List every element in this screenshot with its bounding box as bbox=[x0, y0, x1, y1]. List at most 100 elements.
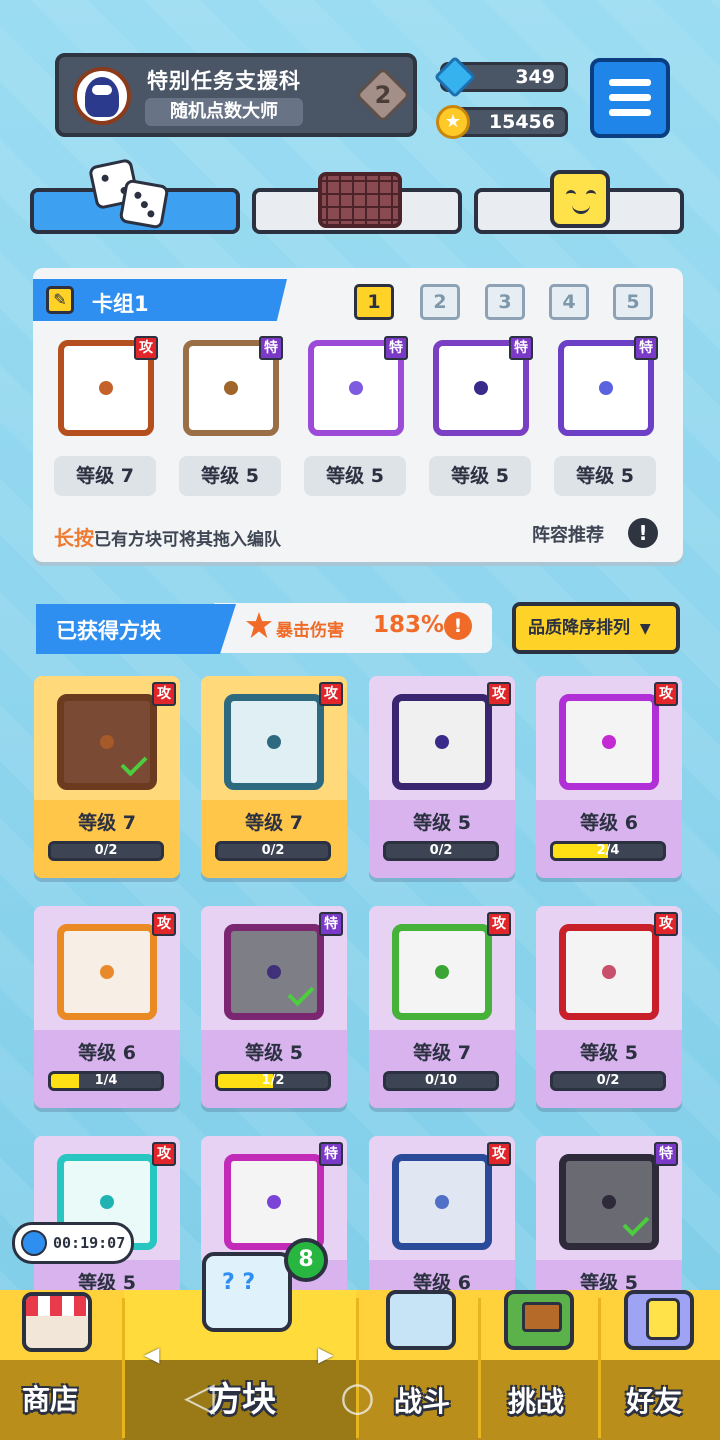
block-pip-icon bbox=[100, 965, 114, 979]
rank-number: 2 bbox=[374, 81, 392, 109]
left-arrow-icon[interactable]: ◀ bbox=[144, 1342, 159, 1366]
pencil-edit-icon[interactable]: ✎ bbox=[46, 286, 74, 314]
recommend-label[interactable]: 阵容推荐 bbox=[532, 521, 604, 547]
block-level: 等级 7 bbox=[245, 812, 303, 834]
deck-tab-5[interactable]: 5 bbox=[613, 284, 653, 320]
block-level: 等级 5 bbox=[245, 1042, 303, 1064]
owned-block-card[interactable]: 攻等级 6 1/4 bbox=[34, 906, 180, 1108]
deck-tab-2[interactable]: 2 bbox=[420, 284, 460, 320]
progress-text: 2/4 bbox=[596, 843, 620, 858]
upgrade-progress-bar: 1/2 bbox=[215, 1071, 331, 1091]
progress-text: 0/2 bbox=[261, 843, 285, 858]
upgrade-progress-bar: 0/2 bbox=[383, 841, 499, 861]
block-pip-icon bbox=[100, 1195, 114, 1209]
coin-icon: ★ bbox=[436, 105, 470, 139]
block-pip-icon bbox=[267, 735, 281, 749]
block-pip-icon bbox=[474, 381, 488, 395]
owned-title: 已获得方块 bbox=[56, 619, 161, 643]
block-type-tag: 特 bbox=[259, 336, 283, 360]
block-pip-icon bbox=[599, 381, 613, 395]
block-face bbox=[224, 1154, 324, 1250]
deck-tab-1[interactable]: 1 bbox=[354, 284, 394, 320]
block-type-tag: 攻 bbox=[134, 336, 158, 360]
block-pip-icon bbox=[602, 735, 616, 749]
owned-block-card[interactable]: 攻等级 6 2/4 bbox=[536, 676, 682, 878]
dice-icon bbox=[118, 178, 170, 230]
deck-tab-4[interactable]: 4 bbox=[549, 284, 589, 320]
block-pip-icon bbox=[267, 1195, 281, 1209]
right-arrow-icon[interactable]: ▶ bbox=[318, 1342, 333, 1366]
block-type-tag: 特 bbox=[654, 1142, 678, 1166]
nav-challenge[interactable]: 挑战 bbox=[508, 1380, 564, 1420]
block-type-tag: 攻 bbox=[152, 682, 176, 706]
block-type-tag: 特 bbox=[319, 1142, 343, 1166]
block-level: 等级 6 bbox=[78, 1042, 136, 1064]
system-back-icon[interactable]: ◁ bbox=[184, 1374, 215, 1420]
block-type-tag: 特 bbox=[384, 336, 408, 360]
deck-title: 卡组1 bbox=[92, 292, 149, 316]
dropdown-arrow-icon: ▼ bbox=[639, 621, 651, 637]
nav-shop[interactable]: 商店 bbox=[22, 1378, 78, 1418]
nav-divider bbox=[598, 1298, 601, 1438]
avatar[interactable] bbox=[73, 67, 131, 125]
block-face bbox=[559, 694, 659, 790]
profile-panel[interactable]: 特别任务支援科 随机点数大师 2 bbox=[55, 53, 417, 137]
crit-info-icon[interactable]: ! bbox=[444, 612, 472, 640]
battle-icon[interactable] bbox=[386, 1290, 456, 1350]
upgrade-progress-bar: 2/4 bbox=[550, 841, 666, 861]
block-type-tag: 攻 bbox=[487, 682, 511, 706]
shop-icon[interactable] bbox=[22, 1292, 92, 1352]
block-level: 等级 5 bbox=[413, 812, 471, 834]
deck-tab-3[interactable]: 3 bbox=[485, 284, 525, 320]
block-pip-icon bbox=[99, 381, 113, 395]
block-type-tag: 攻 bbox=[152, 1142, 176, 1166]
sort-button[interactable]: 品质降序排列 ▼ bbox=[512, 602, 680, 654]
nav-blocks[interactable]: 方块 bbox=[208, 1372, 276, 1421]
nav-divider bbox=[478, 1298, 481, 1438]
system-home-icon[interactable]: ○ bbox=[340, 1374, 375, 1420]
block-pip-icon bbox=[267, 965, 281, 979]
progress-text: 0/2 bbox=[596, 1073, 620, 1088]
block-pip-icon bbox=[100, 735, 114, 749]
block-cube-icon[interactable]: ? ? bbox=[202, 1252, 292, 1332]
owned-block-card[interactable]: 特等级 5 1/2 bbox=[201, 906, 347, 1108]
block-type-tag: 攻 bbox=[152, 912, 176, 936]
challenge-icon[interactable] bbox=[504, 1290, 574, 1350]
block-face bbox=[559, 924, 659, 1020]
crit-value: 183% bbox=[373, 612, 445, 638]
hint-highlight: 长按 bbox=[54, 526, 94, 550]
owned-block-card[interactable]: 攻等级 7 0/2 bbox=[201, 676, 347, 878]
block-pip-icon bbox=[602, 1195, 616, 1209]
block-face bbox=[559, 1154, 659, 1250]
block-pip-icon bbox=[435, 965, 449, 979]
block-level: 等级 6 bbox=[580, 812, 638, 834]
block-pip-icon bbox=[602, 965, 616, 979]
sort-label: 品质降序排列 bbox=[528, 618, 630, 638]
block-level: 等级 5 bbox=[580, 1042, 638, 1064]
block-face bbox=[57, 924, 157, 1020]
info-icon[interactable]: ! bbox=[628, 518, 658, 548]
block-type-tag: 攻 bbox=[654, 682, 678, 706]
progress-text: 0/10 bbox=[425, 1073, 457, 1088]
owned-block-card[interactable]: 攻等级 7 0/2 bbox=[34, 676, 180, 878]
owned-block-card[interactable]: 攻等级 7 0/10 bbox=[369, 906, 515, 1108]
block-type-tag: 攻 bbox=[487, 1142, 511, 1166]
progress-text: 0/2 bbox=[94, 843, 118, 858]
block-face bbox=[224, 694, 324, 790]
board-grid-icon bbox=[318, 172, 402, 228]
timer-text: 00:19:07 bbox=[53, 1234, 126, 1252]
nav-battle[interactable]: 战斗 bbox=[394, 1380, 450, 1420]
nav-friends[interactable]: 好友 bbox=[626, 1380, 682, 1420]
smiley-icon bbox=[550, 170, 610, 228]
timer-bubble: 00:19:07 bbox=[12, 1222, 134, 1264]
owned-block-card[interactable]: 攻等级 5 0/2 bbox=[536, 906, 682, 1108]
owned-block-card[interactable]: 攻等级 5 0/2 bbox=[369, 676, 515, 878]
block-type-tag: 特 bbox=[509, 336, 533, 360]
block-pip-icon bbox=[435, 735, 449, 749]
upgrade-progress-bar: 0/2 bbox=[550, 1071, 666, 1091]
deck-slot-level: 等级 5 bbox=[179, 456, 281, 496]
deck-slot-level: 等级 5 bbox=[554, 456, 656, 496]
upgrade-progress-bar: 0/2 bbox=[215, 841, 331, 861]
friends-icon[interactable] bbox=[624, 1290, 694, 1350]
menu-button[interactable] bbox=[590, 58, 670, 138]
